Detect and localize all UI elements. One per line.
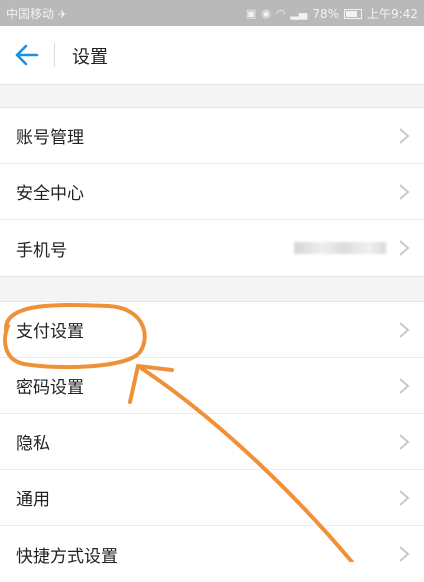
settings-row-general[interactable]: 通用 xyxy=(0,470,424,526)
row-label: 支付设置 xyxy=(16,322,84,342)
chevron-right-icon xyxy=(399,378,410,394)
row-label: 手机号 xyxy=(16,240,67,261)
wifi-icon: ◠ xyxy=(275,7,286,20)
settings-group-account: 账号管理 安全中心 手机号 xyxy=(0,107,424,277)
settings-row-password[interactable]: 密码设置 xyxy=(0,358,424,414)
carrier-label: 中国移动 xyxy=(6,7,55,21)
nav-divider xyxy=(54,43,55,67)
status-left: 中国移动 ✈ xyxy=(6,5,67,22)
nav-bar: 设置 xyxy=(0,26,424,85)
settings-row-phone-number[interactable]: 手机号 xyxy=(0,220,424,276)
notification-icon: ✈ xyxy=(57,8,68,21)
back-button[interactable] xyxy=(10,40,42,70)
row-label: 隐私 xyxy=(16,434,50,454)
clock: 上午9:42 xyxy=(367,7,418,21)
chevron-right-icon xyxy=(399,322,410,338)
settings-row-privacy[interactable]: 隐私 xyxy=(0,414,424,470)
chevron-right-icon xyxy=(399,184,410,200)
chevron-right-icon xyxy=(399,490,410,506)
eye-icon: ◉ xyxy=(261,7,271,20)
settings-row-account-management[interactable]: 账号管理 xyxy=(0,108,424,164)
signal-icon: ▂▄ xyxy=(290,7,308,20)
chevron-right-icon xyxy=(399,546,410,562)
row-label: 安全中心 xyxy=(16,184,84,204)
chevron-right-icon xyxy=(399,128,410,144)
row-label: 账号管理 xyxy=(16,128,84,148)
settings-group-general: 支付设置 密码设置 隐私 通用 快捷方式设置 xyxy=(0,301,424,582)
settings-row-security-center[interactable]: 安全中心 xyxy=(0,164,424,220)
battery-percent: 78% xyxy=(312,6,340,21)
phone-number-masked xyxy=(294,242,386,254)
chevron-right-icon xyxy=(399,240,410,256)
status-right: ▣ ◉ ◠ ▂▄ 78% 上午9:42 xyxy=(246,5,418,22)
settings-row-payment[interactable]: 支付设置 xyxy=(0,302,424,358)
hd-icon: ▣ xyxy=(245,7,257,20)
page-title: 设置 xyxy=(72,47,108,68)
row-label: 快捷方式设置 xyxy=(16,546,118,567)
row-label: 通用 xyxy=(16,490,50,510)
settings-row-shortcuts[interactable]: 快捷方式设置 xyxy=(0,526,424,582)
row-label: 密码设置 xyxy=(16,378,84,398)
chevron-right-icon xyxy=(399,434,410,450)
status-bar: 中国移动 ✈ ▣ ◉ ◠ ▂▄ 78% 上午9:42 xyxy=(0,0,424,26)
back-arrow-icon xyxy=(15,44,39,66)
battery-icon xyxy=(344,8,363,19)
